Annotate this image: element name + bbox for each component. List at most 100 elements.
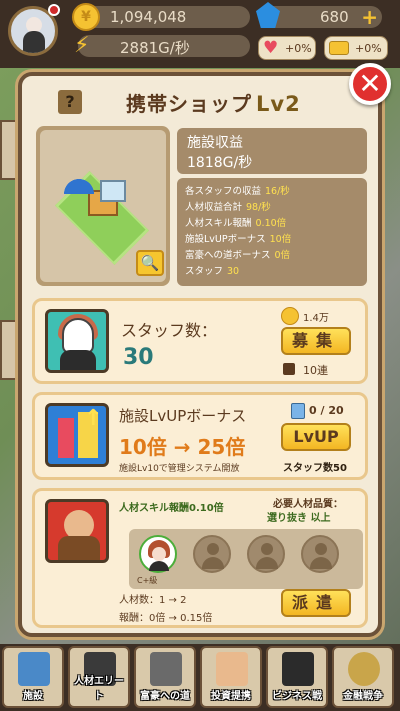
checkbox-icon[interactable] (283, 363, 295, 375)
income-value: 1818G/秒 (187, 155, 253, 171)
nav-finance-war[interactable]: 金融戦争 (332, 646, 394, 708)
nav-label: 人材エリート (74, 676, 124, 702)
stat-label: 人材スキル報酬 (185, 218, 252, 229)
coin-icon (281, 307, 299, 325)
manager-body (58, 536, 100, 560)
nav-talent-elite[interactable]: 人材エリート (68, 646, 130, 708)
money-rate-value: 2881G/秒 (120, 39, 190, 57)
staff-icon (45, 309, 109, 373)
staff-face (62, 318, 94, 354)
staff-face (152, 547, 166, 561)
heart-bonus-value: +0% (285, 42, 312, 55)
staff-requirement: スタッフ数50 (283, 463, 347, 474)
lvup-bonus-label: 施設LvUPボーナス (119, 407, 247, 425)
stat-row: 各スタッフの収益 16/秒 (185, 184, 359, 200)
staff-body (60, 350, 96, 370)
heart-icon: ♥ (263, 38, 279, 58)
people-count-change: 人材数：1 → 2 (119, 595, 187, 606)
nav-label: 富豪への道 (140, 691, 190, 702)
stat-label: 富豪への道ボーナス (185, 250, 271, 261)
required-quality-label: 必要人材品質： (273, 499, 343, 510)
tycoon-icon (150, 652, 182, 686)
dialog-title: 携帯ショップ Lv2 (126, 88, 301, 117)
handshake-icon (216, 652, 248, 686)
person-silhouette-body (202, 557, 224, 569)
stat-label: 施設LvUPボーナス (185, 234, 266, 245)
agent-icon (282, 652, 314, 686)
required-quality-value: 選り抜き 以上 (267, 513, 331, 524)
stat-value: 16/秒 (265, 186, 290, 197)
staff-body (149, 561, 169, 571)
gem-value: 680 (320, 8, 349, 26)
magnifier-icon[interactable]: 🔍 (136, 250, 164, 276)
building-icon (18, 652, 50, 686)
income-card: 施設収益 1818G/秒 (177, 128, 367, 174)
money-value: 1,094,048 (110, 8, 187, 26)
gem-icon (256, 2, 280, 28)
stat-value: 0.10倍 (255, 218, 287, 229)
gold-bonus-button[interactable]: +0% (324, 36, 388, 60)
staff-slot-filled[interactable] (139, 535, 177, 573)
recruit-10-label: 10連 (303, 364, 328, 377)
coin-icon: ¥ (72, 3, 100, 31)
person-silhouette-icon (315, 543, 327, 555)
dispatch-section: 人材スキル報酬0.10倍 必要人材品質： 選り抜き 以上 C+級 人材数：1 →… (32, 488, 368, 628)
bottom-navigation: 施設 人材エリート 富豪への道 投資提携 ビジネス戦 金融戦争 (0, 644, 400, 711)
person-silhouette-body (310, 557, 332, 569)
nav-label: 投資提携 (211, 691, 251, 702)
person-silhouette-icon (207, 543, 219, 555)
stat-row: 施設LvUPボーナス 10倍 (185, 232, 359, 248)
staff-count-label: スタッフ数： (121, 321, 218, 340)
person-silhouette-body (256, 557, 278, 569)
facility-level: Lv2 (256, 92, 301, 116)
nav-road-to-wealth[interactable]: 富豪への道 (134, 646, 196, 708)
nav-label: ビジネス戦 (272, 691, 322, 702)
recruit-button[interactable]: 募集 (281, 327, 351, 355)
stat-row: 富豪への道ボーナス 0倍 (185, 248, 359, 264)
staff-slot-empty[interactable] (193, 535, 231, 573)
close-button[interactable]: ✕ (349, 63, 391, 105)
gold-bonus-value: +0% (355, 42, 382, 55)
money-counter: ¥ 1,094,048 (72, 3, 250, 31)
shop-sign (100, 180, 126, 202)
lvup-button[interactable]: LvUP (281, 423, 351, 451)
lvup-progress: 0 / 20 (309, 404, 344, 417)
staff-section: スタッフ数： 30 1.4万 募集 10連 (32, 298, 368, 384)
unlock-note: 施設Lv10で管理システム開放 (119, 464, 240, 474)
gold-bar-icon (329, 41, 349, 55)
dispatch-slots: C+級 (129, 529, 363, 589)
building-preview: 🔍 (36, 126, 170, 286)
stat-label: スタッフ (185, 266, 224, 277)
stat-row: 人材収益合計 98/秒 (185, 200, 359, 216)
bar-icon (58, 418, 74, 458)
income-label: 施設収益 (187, 135, 243, 151)
staff-slot-empty[interactable] (247, 535, 285, 573)
dispatch-icon (45, 499, 109, 563)
staff-grade: C+級 (137, 576, 158, 585)
lvup-section: ↑ 施設LvUPボーナス 10倍 → 25倍 施設Lv10で管理システム開放 0… (32, 392, 368, 480)
dispatch-button[interactable]: 派遣 (281, 589, 351, 617)
stat-value: 30 (227, 266, 240, 277)
stat-value: 0倍 (274, 250, 291, 261)
staff-slot-empty[interactable] (301, 535, 339, 573)
add-gems-button[interactable]: + (361, 6, 378, 28)
stat-value: 98/秒 (246, 202, 271, 213)
facility-name: 携帯ショップ (126, 92, 252, 116)
top-status-bar: ¥ 1,094,048 ⚡ 2881G/秒 680 + ♥ +0% +0% (0, 0, 400, 68)
nav-investment[interactable]: 投資提携 (200, 646, 262, 708)
nav-label: 施設 (23, 691, 43, 702)
gold-coin-icon (348, 652, 380, 686)
nav-facility[interactable]: 施設 (2, 646, 64, 708)
reward-change: 報酬：0倍 → 0.15倍 (119, 613, 213, 624)
stat-row: 人材スキル報酬 0.10倍 (185, 216, 359, 232)
avatar-body (23, 31, 45, 53)
card-icon (291, 403, 305, 419)
staff-count-value: 30 (123, 345, 154, 370)
nav-label: 金融戦争 (343, 691, 383, 702)
lvup-multiplier: 10倍 → 25倍 (119, 435, 246, 459)
help-button[interactable]: ? (58, 90, 82, 114)
nav-business-battle[interactable]: ビジネス戦 (266, 646, 328, 708)
recruit-cost: 1.4万 (303, 313, 329, 324)
stat-label: 人材収益合計 (185, 202, 243, 213)
heart-bonus-button[interactable]: ♥ +0% (258, 36, 316, 60)
